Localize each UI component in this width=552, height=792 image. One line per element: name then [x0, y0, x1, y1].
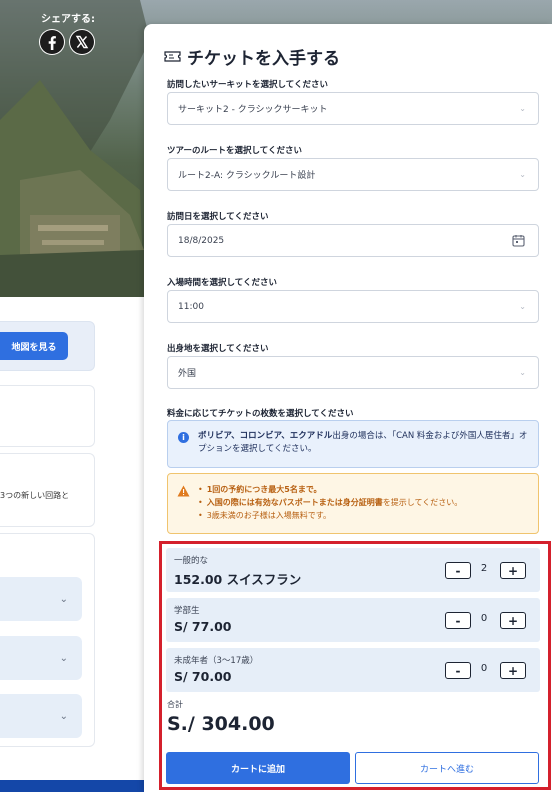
total-label: 合計 [167, 700, 183, 709]
add-to-cart-button[interactable]: カートに追加 [166, 752, 350, 784]
total-value: S./ 304.00 [167, 713, 275, 735]
x-icon[interactable] [69, 29, 95, 55]
tier-minor: 未成年者（3～17歳） S/ 70.00 - 0 + [166, 648, 540, 692]
decrease-button[interactable]: - [445, 662, 471, 679]
chevron-down-icon: ⌄ [59, 710, 68, 722]
chevron-down-icon: ⌄ [519, 368, 526, 377]
circuit-card-text: 3つの新しい回路と [0, 491, 70, 500]
date-label: 訪問日を選択してください [167, 212, 269, 222]
accordion-item[interactable]: ⌄ [0, 577, 82, 621]
chevron-down-icon: ⌄ [519, 302, 526, 311]
increase-button[interactable]: + [500, 562, 526, 579]
info-text-bold: ボリビア、コロンビア、エクアドル [198, 431, 333, 441]
chevron-down-icon: ⌄ [59, 652, 68, 664]
date-input[interactable]: 18/8/2025 [167, 224, 539, 257]
date-value: 18/8/2025 [178, 235, 225, 246]
tier-name: 一般的な [174, 556, 209, 566]
origin-select[interactable]: 外国 ⌄ [167, 356, 539, 389]
ticket-icon [164, 51, 181, 62]
tier-name: 学部生 [174, 606, 200, 616]
route-select[interactable]: ルート2-A: クラシックルート設計 ⌄ [167, 158, 539, 191]
info-icon: i [178, 432, 189, 443]
chevron-down-icon: ⌄ [519, 170, 526, 179]
view-map-button[interactable]: 地図を見る [0, 332, 68, 360]
quantity-value: 0 [480, 663, 488, 674]
panel-title: チケットを入手する [164, 44, 340, 69]
chevron-down-icon: ⌄ [59, 593, 68, 605]
warning-box: 1回の予約につき最大5名まで。 入国の際には有効なパスポートまたは身分証明書を提… [167, 473, 539, 534]
increase-button[interactable]: + [500, 662, 526, 679]
ticket-panel: チケットを入手する 訪問したいサーキットを選択してください サーキット2 - ク… [144, 24, 552, 792]
accordion-item[interactable]: ⌄ [0, 694, 82, 738]
accordion-item[interactable]: ⌄ [0, 636, 82, 680]
tier-price: S/ 70.00 [174, 669, 232, 684]
warning-item: 1回の予約につき最大5名まで。 [198, 483, 462, 496]
time-value: 11:00 [178, 301, 204, 312]
origin-label: 出身地を選択してください [167, 344, 269, 354]
panel-title-text: チケットを入手する [187, 49, 340, 69]
time-label: 入場時間を選択してください [167, 278, 277, 288]
calendar-icon[interactable] [512, 234, 525, 247]
circuit-value: サーキット2 - クラシックサーキット [178, 105, 328, 115]
time-select[interactable]: 11:00 ⌄ [167, 290, 539, 323]
warning-item: 3歳未満のお子様は入場無料です。 [198, 509, 462, 522]
info-box: i ボリビア、コロンビア、エクアドル出身の場合は、「CAN 料金および外国人居住… [167, 420, 539, 468]
tier-general: 一般的な 152.00 スイスフラン - 2 + [166, 548, 540, 592]
go-to-cart-button[interactable]: カートへ進む [355, 752, 539, 784]
tier-name: 未成年者（3～17歳） [174, 656, 259, 666]
decrease-button[interactable]: - [445, 612, 471, 629]
decrease-button[interactable]: - [445, 562, 471, 579]
origin-value: 外国 [178, 369, 197, 379]
info-card [0, 385, 95, 447]
warning-item: 入国の際には有効なパスポートまたは身分証明書を提示してください。 [198, 496, 463, 509]
tier-student: 学部生 S/ 77.00 - 0 + [166, 598, 540, 642]
route-value: ルート2-A: クラシックルート設計 [178, 171, 316, 181]
route-label: ツアーのルートを選択してください [167, 146, 302, 156]
share-label: シェアする: [41, 14, 95, 25]
circuit-select[interactable]: サーキット2 - クラシックサーキット ⌄ [167, 92, 539, 125]
info-text: ボリビア、コロンビア、エクアドル出身の場合は、「CAN 料金および外国人居住者」… [198, 430, 528, 456]
tickets-label: 料金に応じてチケットの枚数を選択してください [167, 409, 354, 419]
circuit-label: 訪問したいサーキットを選択してください [167, 80, 328, 90]
quantity-value: 2 [480, 563, 488, 574]
tier-price: 152.00 スイスフラン [174, 572, 302, 587]
facebook-icon[interactable] [39, 29, 65, 55]
quantity-value: 0 [480, 613, 488, 624]
warning-list: 1回の予約につき最大5名まで。 入国の際には有効なパスポートまたは身分証明書を提… [198, 483, 463, 522]
warning-icon [177, 485, 190, 497]
increase-button[interactable]: + [500, 612, 526, 629]
tier-price: S/ 77.00 [174, 619, 232, 634]
chevron-down-icon: ⌄ [519, 104, 526, 113]
